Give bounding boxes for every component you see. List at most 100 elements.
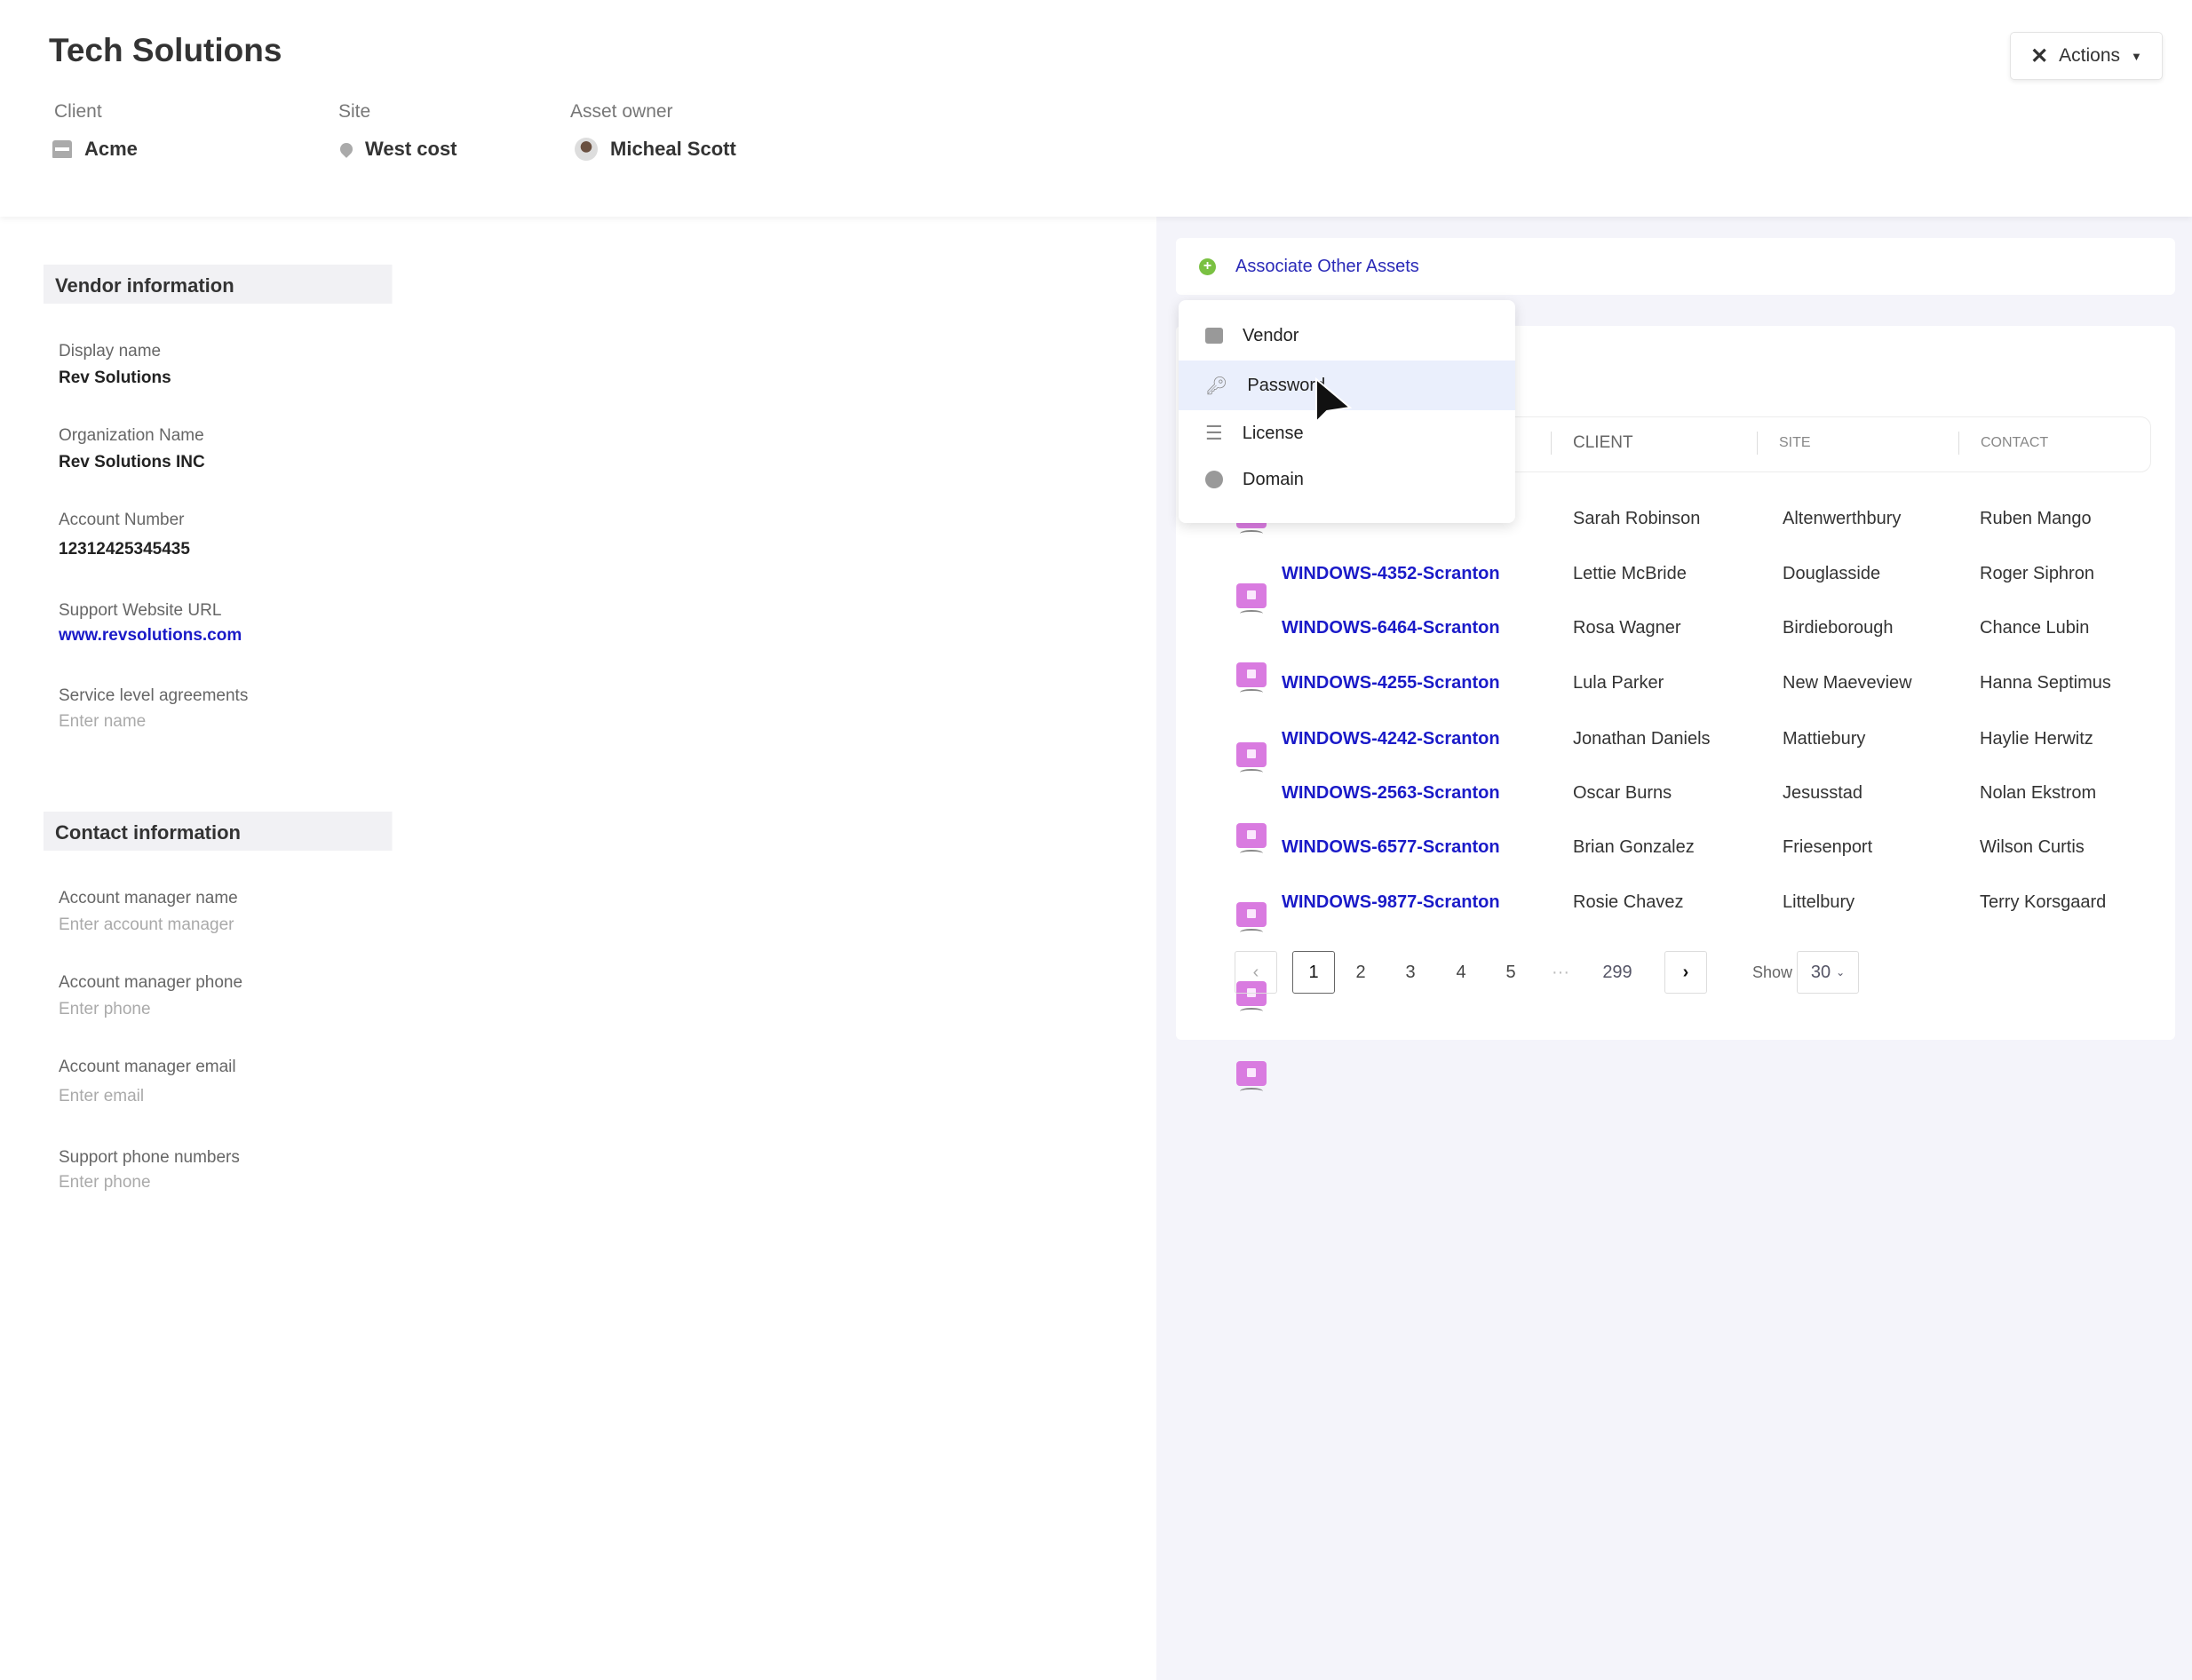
windows-device-icon [1236, 1061, 1267, 1090]
contact-cell: Nolan Ekstrom [1980, 783, 2097, 803]
next-page-button[interactable]: › [1664, 951, 1707, 994]
contact-cell: Wilson Curtis [1980, 837, 2085, 857]
client-label: Client [54, 101, 102, 122]
page-button-3[interactable]: 3 [1395, 951, 1426, 994]
mouse-cursor-icon [1315, 377, 1353, 424]
field-label: Display name [59, 342, 162, 361]
windows-device-icon [1236, 902, 1267, 931]
site-cell: Littelbury [1783, 892, 1855, 912]
site-cell: Douglasside [1783, 564, 1881, 583]
contact-cell: Ruben Mango [1980, 509, 2092, 528]
asset-name-link[interactable]: WINDOWS-6464-Scranton [1282, 618, 1500, 638]
windows-device-icon [1236, 662, 1267, 691]
details-panel: Vendor information Display name Rev Solu… [0, 217, 1156, 1680]
site-cell: Friesenport [1783, 837, 1873, 857]
store-icon [1205, 328, 1223, 344]
menu-item-label: Domain [1243, 469, 1304, 489]
contact-cell: Hanna Septimus [1980, 673, 2111, 693]
windows-device-icon [1236, 823, 1267, 852]
page-size-value: 30 [1810, 962, 1831, 982]
field-label: Account manager phone [59, 973, 243, 992]
menu-item-label: License [1242, 423, 1304, 443]
client-cell: Oscar Burns [1573, 783, 1672, 803]
store-icon [52, 140, 72, 158]
account-manager-email-input[interactable]: Enter email [59, 1087, 144, 1106]
vendor-info-heading: Vendor information [44, 265, 431, 304]
client-cell: Jonathan Daniels [1573, 729, 1711, 749]
asset-name-link[interactable]: WINDOWS-6577-Scranton [1282, 837, 1500, 858]
menu-item-domain[interactable]: Domain [1179, 455, 1515, 504]
field-label: Account manager name [59, 889, 238, 907]
chevron-down-icon: ⌄ [1836, 966, 1846, 979]
asset-name-link[interactable]: WINDOWS-4255-Scranton [1282, 673, 1500, 693]
contact-cell: Terry Korsgaard [1980, 892, 2107, 912]
page-button-last[interactable]: 299 [1594, 951, 1640, 994]
actions-button[interactable]: ✕ Actions ▼ [2010, 32, 2163, 80]
chevron-right-icon: › [1682, 962, 1689, 982]
asset-owner-name: Micheal Scott [610, 138, 736, 160]
site-cell: Birdieborough [1783, 618, 1894, 638]
client-cell: Lula Parker [1573, 673, 1664, 693]
display-name-value: Rev Solutions [59, 368, 171, 387]
page-size-select[interactable]: 30 ⌄ [1797, 951, 1859, 994]
key-icon: 🔑︎ [1205, 376, 1228, 396]
client-name: Acme [84, 138, 138, 160]
sla-input[interactable]: Enter name [59, 712, 146, 732]
caret-down-icon: ▼ [2131, 49, 2142, 63]
windows-device-icon [1236, 742, 1267, 771]
page-button-5[interactable]: 5 [1496, 951, 1526, 994]
page-header: Tech Solutions Client Acme Site West cos… [0, 0, 2192, 217]
client-cell: Rosa Wagner [1573, 618, 1681, 638]
list-icon: ☰ [1205, 422, 1223, 444]
site-cell: Mattiebury [1783, 729, 1866, 749]
account-manager-phone-input[interactable]: Enter phone [59, 1000, 151, 1019]
chevron-left-icon: ‹ [1252, 962, 1259, 982]
associate-label: Associate Other Assets [1235, 256, 1419, 276]
contact-cell: Roger Siphron [1980, 564, 2094, 583]
page-button-1[interactable]: 1 [1292, 951, 1335, 994]
contact-cell: Haylie Herwitz [1980, 729, 2093, 749]
client-value[interactable]: Acme [52, 138, 138, 161]
pagination-ellipsis: ··· [1552, 962, 1569, 982]
location-pin-icon [338, 140, 355, 158]
support-website-link[interactable]: www.revsolutions.com [59, 626, 242, 646]
support-phone-input[interactable]: Enter phone [59, 1173, 151, 1193]
associate-other-assets-button[interactable]: + Associate Other Assets [1176, 238, 2175, 295]
field-label: Organization Name [59, 426, 204, 445]
field-label: Support Website URL [59, 601, 222, 620]
actions-label: Actions [2059, 45, 2121, 66]
column-header-site[interactable]: SITE [1757, 432, 1811, 455]
contact-cell: Chance Lubin [1980, 618, 2090, 638]
site-cell: Altenwerthbury [1783, 509, 1902, 528]
tools-icon: ✕ [2030, 44, 2049, 68]
site-cell: Jesusstad [1783, 783, 1863, 803]
globe-icon [1205, 471, 1223, 488]
page-button-4[interactable]: 4 [1446, 951, 1476, 994]
menu-item-label: Vendor [1243, 325, 1299, 345]
client-cell: Rosie Chavez [1573, 892, 1684, 912]
site-label: Site [338, 101, 371, 122]
page-title: Tech Solutions [49, 32, 282, 68]
account-number-value: 12312425345435 [59, 540, 190, 559]
asset-owner-value[interactable]: Micheal Scott [575, 138, 736, 161]
field-label: Service level agreements [59, 686, 249, 705]
asset-name-link[interactable]: WINDOWS-9877-Scranton [1282, 892, 1500, 913]
account-manager-name-input[interactable]: Enter account manager [59, 915, 234, 935]
windows-device-icon [1236, 583, 1267, 612]
asset-name-link[interactable]: WINDOWS-4242-Scranton [1282, 729, 1500, 749]
prev-page-button[interactable]: ‹ [1235, 951, 1277, 994]
organization-name-value: Rev Solutions INC [59, 453, 205, 472]
asset-name-link[interactable]: WINDOWS-4352-Scranton [1282, 564, 1500, 584]
site-cell: New Maeveview [1783, 673, 1912, 693]
column-header-contact[interactable]: CONTACT [1958, 432, 2048, 455]
asset-owner-label: Asset owner [570, 101, 673, 122]
page-button-2[interactable]: 2 [1346, 951, 1376, 994]
asset-name-link[interactable]: WINDOWS-2563-Scranton [1282, 783, 1500, 804]
client-cell: Sarah Robinson [1573, 509, 1701, 528]
show-label: Show [1752, 963, 1793, 981]
site-value[interactable]: West cost [338, 138, 457, 161]
field-label: Account manager email [59, 1058, 236, 1076]
field-label: Account Number [59, 511, 185, 529]
menu-item-vendor[interactable]: Vendor [1179, 311, 1515, 361]
column-header-client[interactable]: CLIENT [1551, 432, 1633, 455]
